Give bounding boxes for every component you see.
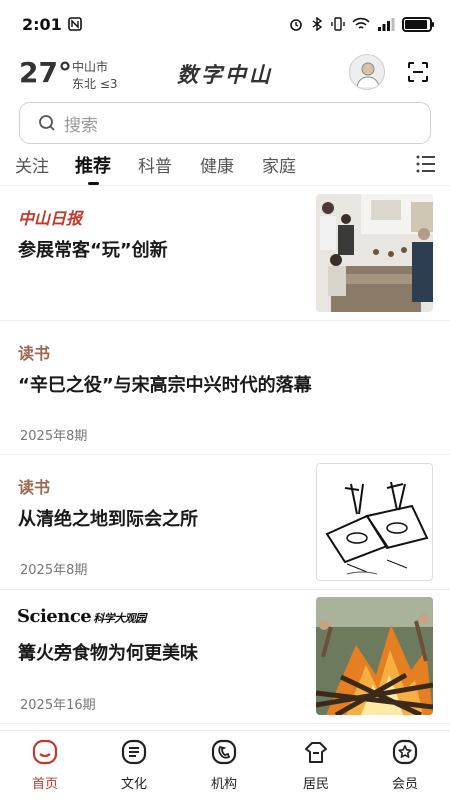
nav-label: 首页 bbox=[31, 777, 58, 792]
status-bar: 2:01 bbox=[0, 0, 450, 48]
article-issue: 2025年16期 bbox=[20, 698, 96, 713]
nav-member[interactable]: 会员 bbox=[370, 739, 440, 792]
tab-family[interactable]: 家庭 bbox=[262, 152, 296, 177]
tab-follow[interactable]: 关注 bbox=[15, 152, 49, 177]
list-item[interactable]: 中山日报 参展常客“玩”创新 bbox=[0, 187, 450, 321]
nav-culture[interactable]: 文化 bbox=[99, 739, 169, 792]
signal-icon bbox=[378, 18, 395, 31]
bluetooth-icon bbox=[312, 17, 323, 31]
wifi-icon bbox=[352, 17, 370, 29]
article-title: 参展常客“玩”创新 bbox=[18, 240, 168, 261]
nav-label: 文化 bbox=[120, 777, 147, 792]
active-tab-indicator bbox=[88, 182, 99, 185]
article-source: 中山日报 bbox=[18, 209, 83, 228]
list-item[interactable]: Science 科学大观园 篝火旁食物为何更美味 2025年16期 bbox=[0, 590, 450, 724]
battery-icon bbox=[402, 16, 434, 32]
article-title: 篝火旁食物为何更美味 bbox=[18, 643, 198, 664]
article-thumbnail bbox=[316, 194, 433, 312]
nav-institution[interactable]: 机构 bbox=[189, 739, 259, 792]
member-icon bbox=[392, 739, 418, 765]
article-source: 读书 bbox=[18, 478, 51, 497]
article-title: 从清绝之地到际会之所 bbox=[18, 509, 198, 530]
nav-resident[interactable]: 居民 bbox=[281, 739, 351, 792]
institution-icon bbox=[211, 739, 237, 765]
article-issue: 2025年8期 bbox=[20, 429, 88, 444]
culture-icon bbox=[121, 739, 147, 765]
search-input[interactable]: 搜索 bbox=[19, 102, 431, 144]
vibrate-icon bbox=[331, 17, 345, 31]
search-icon bbox=[39, 115, 55, 131]
nav-label: 居民 bbox=[302, 777, 329, 792]
resident-icon bbox=[305, 742, 327, 763]
nfc-icon bbox=[67, 17, 82, 31]
status-time: 2:01 bbox=[22, 14, 62, 34]
tab-health[interactable]: 健康 bbox=[200, 152, 234, 177]
article-issue: 2025年8期 bbox=[20, 563, 88, 578]
home-icon bbox=[32, 739, 58, 765]
app-header: 27° 中山市 东北 ≤3 数字中山 bbox=[0, 48, 450, 98]
scan-icon[interactable] bbox=[407, 61, 429, 83]
article-title: “辛巳之役”与宋高宗中兴时代的落幕 bbox=[18, 375, 312, 396]
category-tabs: 关注 推荐 科普 健康 家庭 bbox=[0, 148, 450, 186]
avatar[interactable] bbox=[349, 54, 385, 90]
nav-label: 会员 bbox=[391, 777, 418, 792]
list-item[interactable]: 读书 “辛巳之役”与宋高宗中兴时代的落幕 2025年8期 bbox=[0, 321, 450, 455]
list-menu-icon[interactable] bbox=[415, 154, 437, 174]
alarm-icon bbox=[290, 19, 302, 31]
science-logo: Science 科学大观园 bbox=[17, 606, 146, 627]
article-source: 读书 bbox=[18, 344, 51, 363]
list-item[interactable]: 读书 从清绝之地到际会之所 2025年8期 bbox=[0, 455, 450, 590]
tab-recommend[interactable]: 推荐 bbox=[75, 152, 111, 178]
tab-science[interactable]: 科普 bbox=[138, 152, 172, 177]
nav-home[interactable]: 首页 bbox=[10, 739, 80, 792]
article-thumbnail bbox=[316, 597, 433, 715]
bottom-nav: 首页 文化 机构 居民 会员 bbox=[0, 730, 450, 800]
article-thumbnail bbox=[316, 463, 433, 581]
nav-label: 机构 bbox=[210, 777, 237, 792]
search-placeholder: 搜索 bbox=[64, 115, 98, 136]
